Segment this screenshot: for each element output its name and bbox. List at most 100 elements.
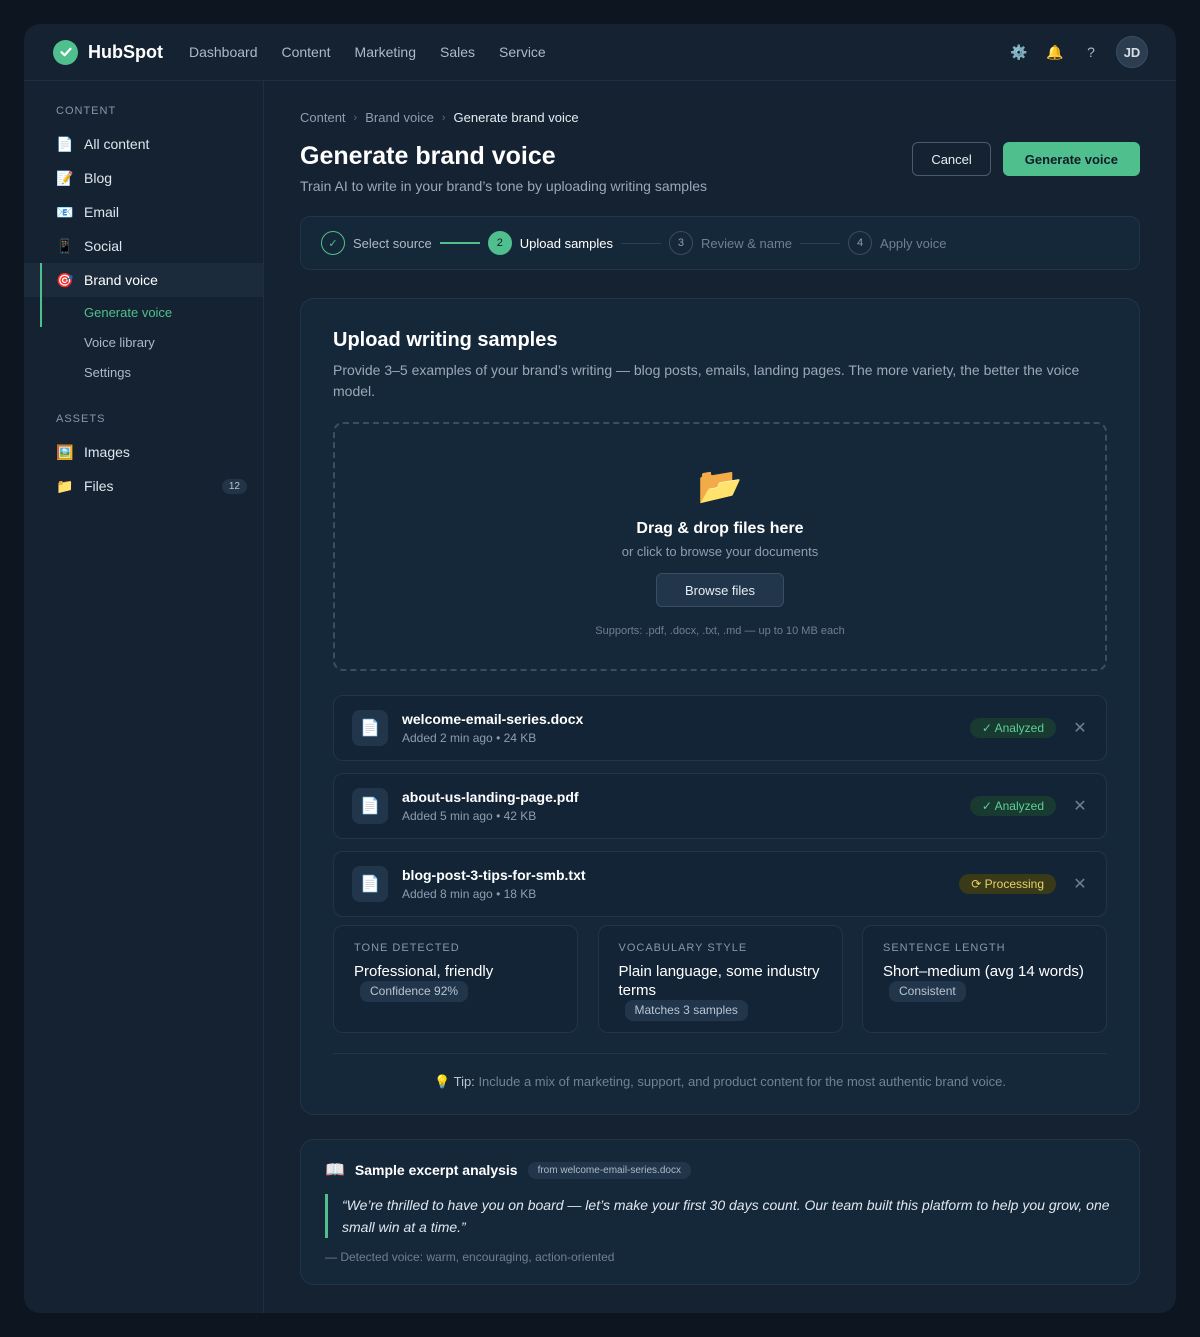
sidebar-item-images[interactable]: 🖼️ Images [24, 435, 263, 469]
insight-value: Short–medium (avg 14 words) Consistent [883, 962, 1086, 1002]
breadcrumb-content[interactable]: Content [300, 110, 346, 125]
step-select-source[interactable]: ✓ Select source [321, 231, 432, 255]
step-review-name[interactable]: 3 Review & name [668, 231, 793, 255]
step-apply-voice[interactable]: 4 Apply voice [848, 231, 947, 255]
phone-icon: 📱 [56, 237, 74, 254]
voice-insights: TONE DETECTED Professional, friendly Conf… [333, 925, 1107, 1033]
breadcrumb-current: Generate brand voice [453, 110, 579, 125]
sidebar-item-label: Social [84, 238, 123, 254]
upload-description: Provide 3–5 examples of your brand’s wri… [333, 362, 1080, 399]
nav-marketing[interactable]: Marketing [355, 44, 416, 60]
page-subtitle: Train AI to write in your brand’s tone b… [300, 178, 707, 194]
book-icon: 📖 [325, 1162, 345, 1179]
step-number: 3 [668, 231, 693, 255]
supported-formats: Supports: .pdf, .docx, .txt, .md — up to… [595, 625, 845, 637]
close-icon[interactable]: ✕ [1072, 796, 1088, 816]
sidebar-item-all-content[interactable]: 📄 All content [24, 127, 263, 161]
file-icon: 📄 [352, 866, 388, 902]
sidebar-item-blog[interactable]: 📝 Blog [24, 161, 263, 195]
bell-icon[interactable]: 🔔 [1046, 44, 1064, 61]
nav-content[interactable]: Content [281, 44, 330, 60]
help-icon[interactable]: ? [1082, 44, 1100, 60]
sidebar-item-label: Images [84, 444, 130, 460]
browse-files-button[interactable]: Browse files [655, 573, 785, 607]
sidebar-subitem-generate-voice[interactable]: Generate voice [24, 297, 263, 327]
sidebar-item-label: Brand voice [84, 272, 158, 288]
nav-sales[interactable]: Sales [440, 44, 475, 60]
insight-label: TONE DETECTED [354, 942, 460, 954]
insight-chip: Matches 3 samples [624, 1000, 748, 1021]
main-content: Content › Brand voice › Generate brand v… [300, 81, 1140, 1285]
sidebar-subitem-voice-library[interactable]: Voice library [24, 327, 263, 357]
breadcrumb-brand-voice[interactable]: Brand voice [365, 110, 434, 125]
dropzone-title: Drag & drop files here [636, 520, 804, 537]
sidebar-section-assets: ASSETS [56, 413, 106, 425]
step-upload-samples[interactable]: 2 Upload samples [487, 231, 613, 255]
sidebar-item-files[interactable]: 📁 Files 12 [24, 469, 263, 503]
insight-label: VOCABULARY STYLE [618, 942, 748, 954]
nav-links: Dashboard Content Marketing Sales Servic… [189, 44, 570, 60]
chevron-right-icon: › [353, 111, 358, 124]
file-dropzone[interactable]: 📂 Drag & drop files here or click to bro… [333, 422, 1107, 671]
status-badge: ✓ Analyzed [969, 718, 1056, 738]
open-folder-icon: 📂 [697, 465, 743, 506]
insight-value: Professional, friendly Confidence 92% [354, 962, 557, 1002]
tip-label: Tip: [453, 1074, 475, 1089]
page-title: Generate brand voice [300, 142, 556, 170]
folder-icon: 📁 [56, 477, 74, 494]
document-icon: 📄 [56, 135, 74, 152]
stepper: ✓ Select source 2 Upload samples 3 Revie… [300, 216, 1140, 270]
file-item[interactable]: 📄 about-us-landing-page.pdf Added 5 min … [333, 773, 1107, 839]
chevron-right-icon: › [441, 111, 446, 124]
nav-dashboard[interactable]: Dashboard [189, 44, 258, 60]
file-meta: Added 5 min ago • 42 KB [402, 809, 537, 823]
sidebar-item-social[interactable]: 📱 Social [24, 229, 263, 263]
divider [333, 1053, 1107, 1054]
status-badge: ⟳ Processing [959, 874, 1056, 894]
excerpt-quote: “We’re thrilled to have you on board — l… [325, 1194, 1115, 1238]
sidebar: CONTENT 📄 All content 📝 Blog 📧 Email 📱 S… [24, 81, 264, 1313]
excerpt-header: 📖 Sample excerpt analysis from welcome-e… [325, 1160, 1115, 1180]
header-actions: Cancel Generate voice [912, 142, 1140, 194]
upload-title: Upload writing samples [333, 329, 558, 351]
brand-name: HubSpot [88, 41, 163, 62]
file-icon: 📄 [352, 788, 388, 824]
sidebar-section-content: CONTENT [56, 105, 117, 117]
generate-voice-button[interactable]: Generate voice [1002, 142, 1140, 176]
close-icon[interactable]: ✕ [1072, 874, 1088, 894]
tip-text: Include a mix of marketing, support, and… [478, 1074, 1006, 1089]
app-window: HubSpot Dashboard Content Marketing Sale… [24, 24, 1176, 1313]
insight-chip: Consistent [889, 981, 966, 1002]
insight-sentence-length: SENTENCE LENGTH Short–medium (avg 14 wor… [862, 925, 1107, 1033]
file-item[interactable]: 📄 blog-post-3-tips-for-smb.txt Added 8 m… [333, 851, 1107, 917]
sidebar-item-label: Files [84, 478, 114, 494]
file-name: about-us-landing-page.pdf [402, 789, 579, 805]
step-label: Review & name [700, 235, 793, 251]
file-name: welcome-email-series.docx [402, 711, 584, 727]
gear-icon[interactable]: ⚙️ [1010, 44, 1028, 61]
step-check-icon: ✓ [321, 231, 345, 255]
insight-chip: Confidence 92% [360, 981, 469, 1002]
insight-label: SENTENCE LENGTH [883, 942, 1006, 954]
avatar[interactable]: JD [1116, 36, 1148, 68]
sidebar-subitem-settings[interactable]: Settings [24, 357, 263, 387]
file-icon: 📄 [352, 710, 388, 746]
step-label: Apply voice [880, 235, 947, 251]
cancel-button[interactable]: Cancel [912, 142, 991, 176]
upload-card: Upload writing samples Provide 3–5 examp… [300, 298, 1140, 1115]
file-meta: Added 8 min ago • 18 KB [402, 887, 537, 901]
nav-service[interactable]: Service [499, 44, 546, 60]
file-item[interactable]: 📄 welcome-email-series.docx Added 2 min … [333, 695, 1107, 761]
excerpt-title: Sample excerpt analysis [354, 1162, 518, 1178]
sidebar-item-email[interactable]: 📧 Email [24, 195, 263, 229]
sidebar-item-brand-voice[interactable]: 🎯 Brand voice [24, 263, 263, 297]
target-icon: 🎯 [56, 271, 74, 288]
step-label: Upload samples [519, 235, 613, 251]
logo[interactable]: HubSpot [53, 39, 163, 65]
insight-vocabulary: VOCABULARY STYLE Plain language, some in… [597, 925, 843, 1033]
status-badge: ✓ Analyzed [969, 796, 1056, 816]
files-count-badge: 12 [221, 478, 247, 494]
excerpt-card: 📖 Sample excerpt analysis from welcome-e… [300, 1139, 1140, 1285]
sidebar-item-label: Blog [84, 170, 113, 186]
close-icon[interactable]: ✕ [1072, 718, 1088, 738]
